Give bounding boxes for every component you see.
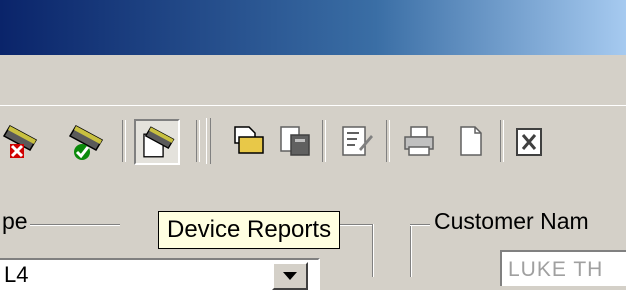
- edit-document-icon[interactable]: [334, 118, 380, 164]
- chevron-down-icon: [283, 272, 297, 280]
- export-icon[interactable]: [508, 118, 554, 164]
- title-bar: [0, 0, 626, 55]
- device-reports-icon[interactable]: [134, 119, 180, 165]
- toolbar-separator: [500, 120, 504, 162]
- paste-icon[interactable]: [272, 118, 318, 164]
- menu-bar: [0, 55, 626, 105]
- print-icon[interactable]: [396, 118, 442, 164]
- group-border: [410, 224, 411, 277]
- device-green-check-icon[interactable]: [62, 118, 108, 164]
- toolbar-grip: [206, 118, 211, 164]
- toolbar-separator: [386, 120, 390, 162]
- new-document-icon[interactable]: [448, 118, 494, 164]
- toolbar-separator: [122, 120, 126, 162]
- type-group-label: pe: [0, 208, 30, 235]
- device-reports-tooltip: Device Reports: [158, 211, 341, 249]
- open-folder-icon[interactable]: [226, 118, 272, 164]
- toolbar: [0, 105, 626, 182]
- device-red-x-icon[interactable]: [0, 118, 42, 164]
- group-border: [340, 224, 372, 225]
- toolbar-separator: [196, 120, 200, 162]
- group-border: [410, 224, 430, 225]
- group-border: [372, 224, 373, 277]
- type-combo[interactable]: L4: [0, 258, 320, 290]
- type-combo-value: L4: [4, 262, 29, 287]
- customer-name-group-label: Customer Nam: [432, 208, 591, 235]
- dropdown-button[interactable]: [272, 262, 308, 290]
- customer-name-field[interactable]: LUKE TH: [500, 250, 626, 286]
- customer-name-value: LUKE TH: [508, 258, 604, 281]
- toolbar-separator: [322, 120, 326, 162]
